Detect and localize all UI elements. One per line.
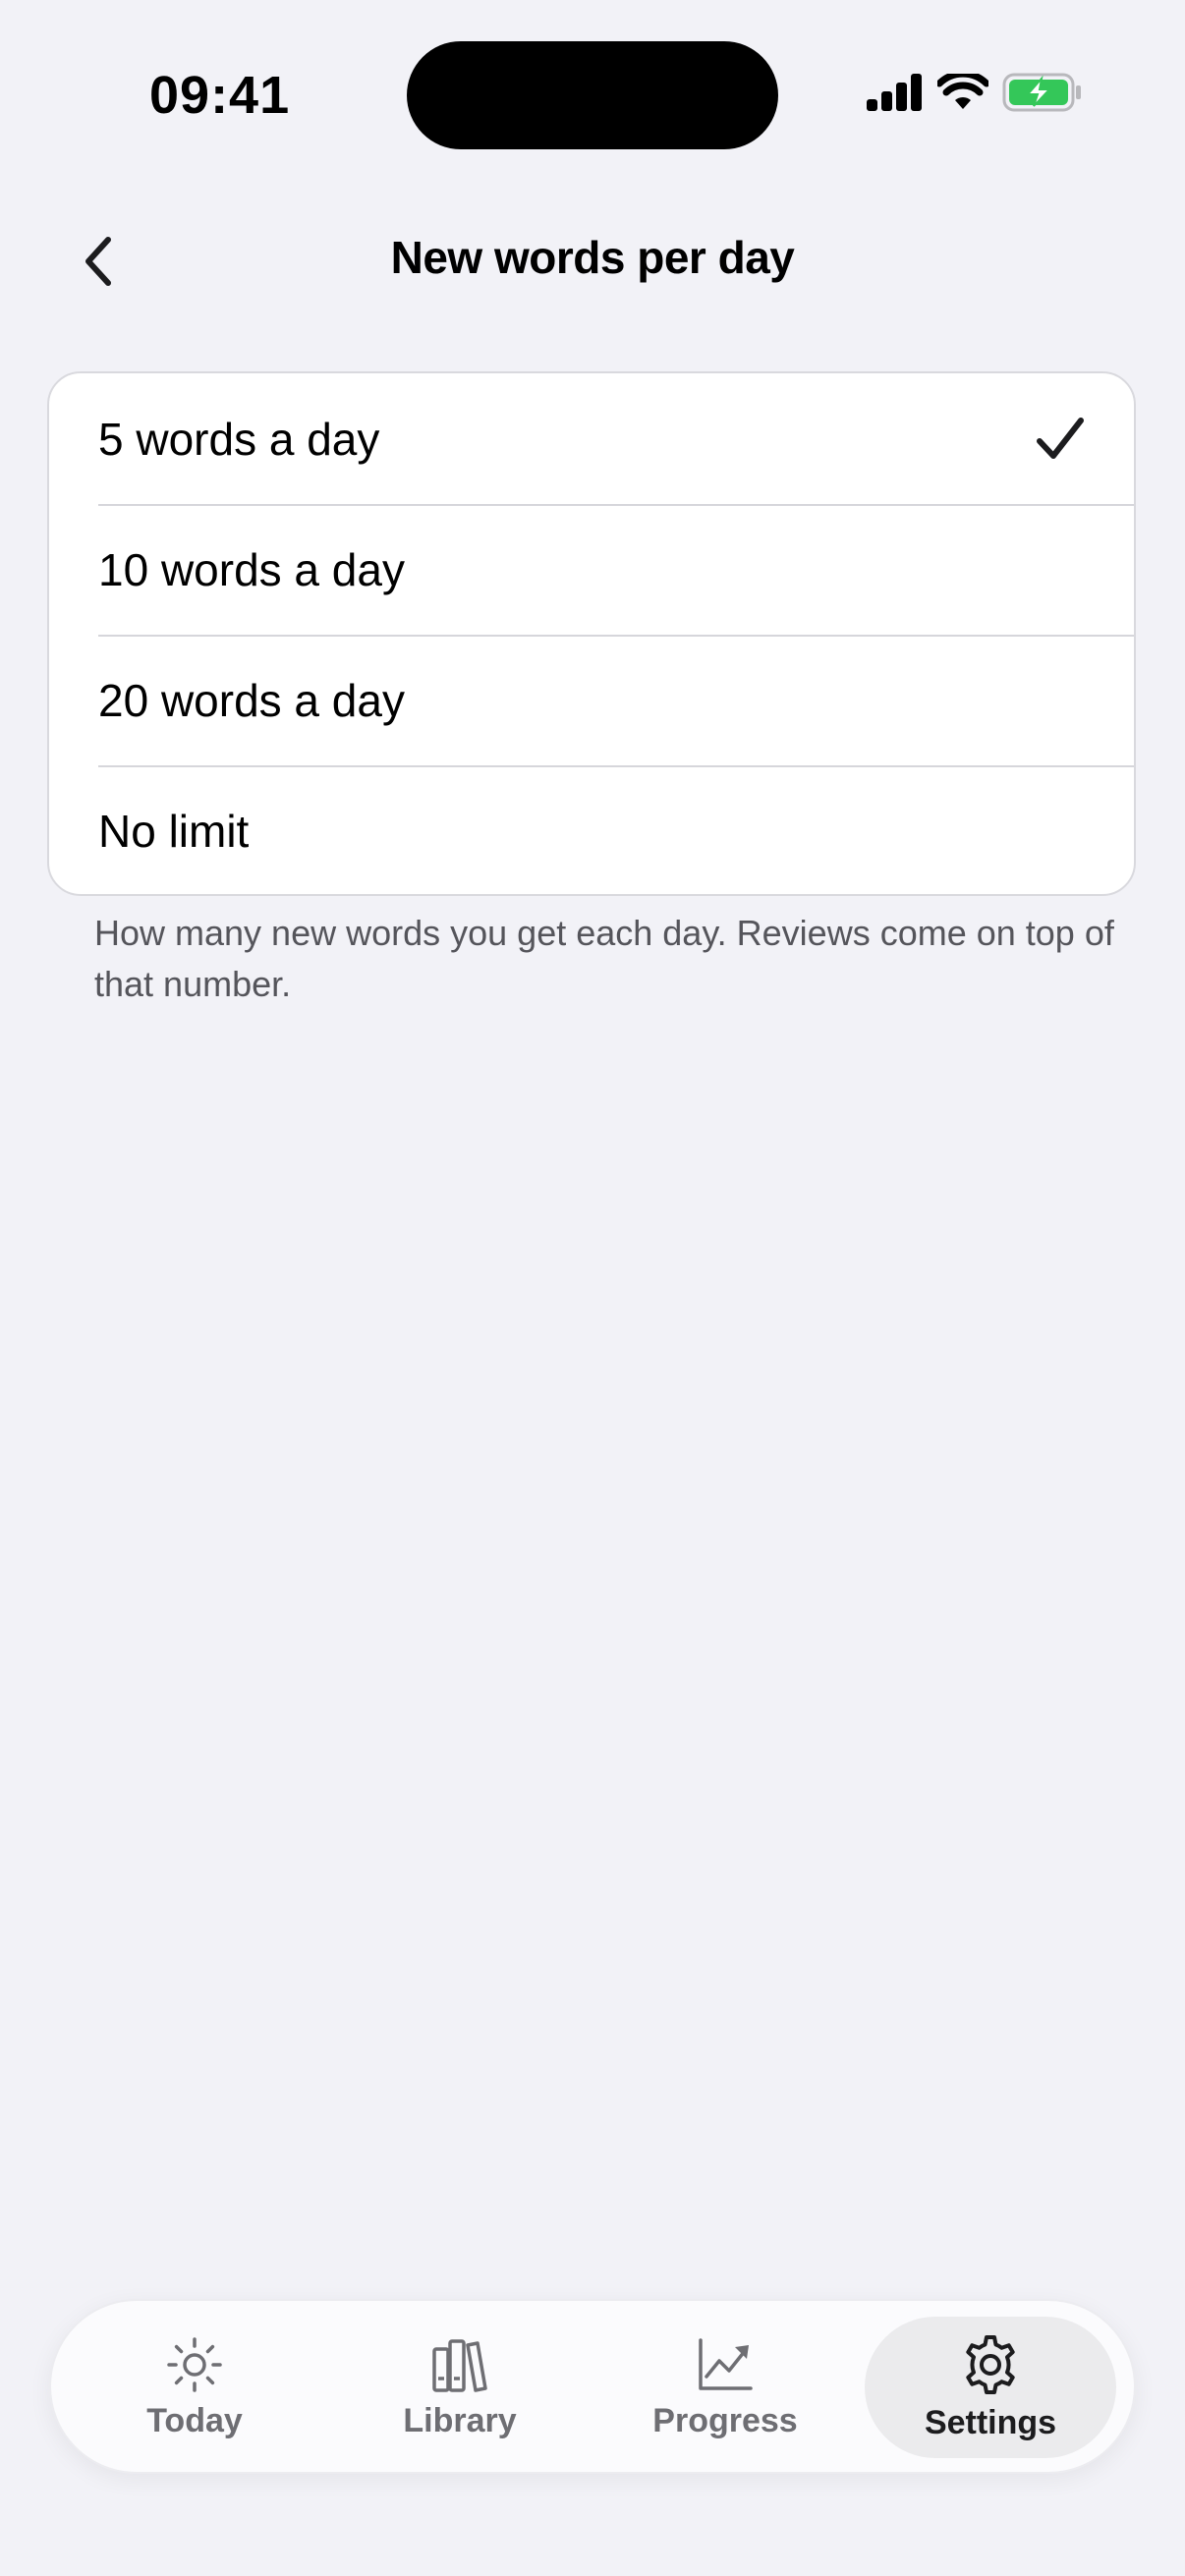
tab-label: Library bbox=[403, 2401, 517, 2439]
sun-icon bbox=[167, 2336, 222, 2392]
tab-label: Progress bbox=[652, 2401, 798, 2439]
tab-label: Settings bbox=[924, 2403, 1057, 2441]
wifi-icon bbox=[937, 74, 988, 109]
tab-settings[interactable]: Settings bbox=[865, 2317, 1116, 2458]
tab-label: Today bbox=[146, 2401, 243, 2439]
books-icon bbox=[432, 2338, 487, 2392]
option-5-words[interactable]: 5 words a day bbox=[49, 373, 1134, 504]
option-20-words[interactable]: 20 words a day bbox=[49, 635, 1134, 765]
tab-library[interactable]: Library bbox=[334, 2317, 586, 2458]
chart-icon bbox=[699, 2337, 753, 2390]
option-10-words[interactable]: 10 words a day bbox=[49, 504, 1134, 635]
option-label: 5 words a day bbox=[98, 413, 380, 465]
option-label: 20 words a day bbox=[98, 674, 405, 726]
battery-charging-icon bbox=[1002, 73, 1081, 112]
option-label: 10 words a day bbox=[98, 543, 405, 595]
option-label: No limit bbox=[98, 805, 250, 857]
tab-today[interactable]: Today bbox=[69, 2317, 320, 2458]
status-bar: 09:41 bbox=[0, 0, 1185, 187]
checkmark-icon bbox=[1037, 417, 1084, 459]
gear-icon bbox=[966, 2334, 1015, 2394]
status-icons bbox=[867, 73, 1083, 112]
status-time: 09:41 bbox=[149, 66, 291, 125]
cellular-signal-icon bbox=[867, 74, 922, 111]
option-no-limit[interactable]: No limit bbox=[49, 765, 1134, 894]
dynamic-island bbox=[407, 41, 778, 149]
options-list: 5 words a day 10 words a day 20 words a … bbox=[47, 371, 1136, 896]
tab-bar: Today Library Progress Settings bbox=[49, 2299, 1136, 2474]
helper-text: How many new words you get each day. Rev… bbox=[94, 913, 1114, 1004]
page-title: New words per day bbox=[390, 232, 795, 283]
tab-progress[interactable]: Progress bbox=[599, 2317, 851, 2458]
